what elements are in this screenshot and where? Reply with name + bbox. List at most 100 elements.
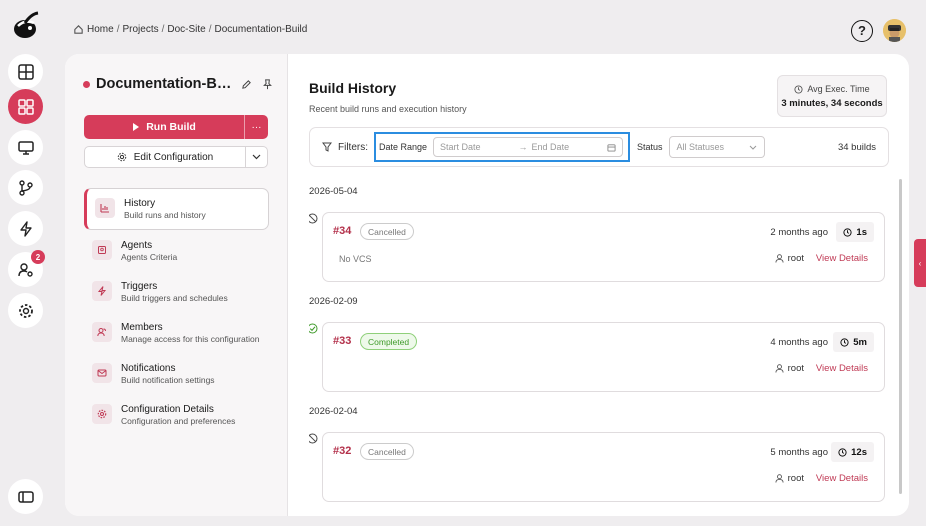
cancel-circle-icon xyxy=(309,433,318,444)
nav-item-subtitle: Agents Criteria xyxy=(121,252,178,262)
rail-button-monitor[interactable] xyxy=(8,130,43,165)
nav-item-history[interactable]: History Build runs and history xyxy=(84,188,269,230)
date-range-highlight: Date Range Start Date → End Date xyxy=(374,132,630,162)
build-number[interactable]: #33 xyxy=(333,335,351,347)
date-group-header: 2026-02-04 xyxy=(309,406,358,417)
status-filter-label: Status xyxy=(637,142,663,152)
build-duration: 12s xyxy=(831,442,874,462)
chevron-left-icon: ‹ xyxy=(918,258,922,268)
run-build-button[interactable]: Run Build xyxy=(84,121,244,133)
app-logo-icon[interactable] xyxy=(10,10,42,42)
nav-item-agents[interactable]: Agents Agents Criteria xyxy=(84,231,269,271)
avg-exec-time-card: Avg Exec. Time 3 minutes, 34 seconds xyxy=(777,75,887,117)
nav-item-title: Triggers xyxy=(121,281,158,292)
clock-icon xyxy=(843,227,853,237)
layout-icon xyxy=(17,63,34,80)
status-select[interactable]: All Statuses xyxy=(668,136,765,158)
user-icon xyxy=(775,364,784,373)
help-button[interactable]: ? xyxy=(851,19,873,42)
build-list: 2026-05-04 #34 Cancelled No VCS 2 months ago… xyxy=(309,180,889,516)
nav-item-configuration-details[interactable]: Configuration Details Configuration and p… xyxy=(84,395,269,435)
avatar[interactable] xyxy=(883,19,906,42)
pin-icon[interactable] xyxy=(262,78,273,90)
chevron-down-icon xyxy=(749,145,756,150)
nav-item-subtitle: Manage access for this configuration xyxy=(121,334,260,344)
build-number[interactable]: #34 xyxy=(333,225,351,237)
config-sidebar: Documentation-Bu... Run Build ··· Edit C… xyxy=(65,54,288,516)
clock-icon xyxy=(838,447,847,457)
gear-icon xyxy=(18,303,33,318)
rail-button-user-settings[interactable]: 2 xyxy=(8,250,45,287)
nav-item-title: Agents xyxy=(121,240,153,251)
build-time-ago: 5 months ago xyxy=(770,447,828,458)
avg-exec-time-value: 3 minutes, 34 seconds xyxy=(781,98,883,109)
dashboard-grid-icon xyxy=(17,98,34,115)
rail-button-gear[interactable] xyxy=(8,293,43,328)
view-details-link[interactable]: View Details xyxy=(816,363,868,374)
user-settings-icon xyxy=(17,262,33,277)
rail-button-layout[interactable] xyxy=(8,54,43,89)
rail-button-lightning[interactable] xyxy=(8,211,43,246)
status-badge: Cancelled xyxy=(360,223,414,240)
breadcrumb: Home / Projects / Doc-Site / Documentati… xyxy=(73,24,307,35)
lightning-icon xyxy=(19,220,32,237)
agent-icon xyxy=(98,246,106,254)
user-icon xyxy=(775,254,784,263)
project-title: Documentation-Bu... xyxy=(96,76,232,92)
monitor-icon xyxy=(17,140,34,155)
start-date-input[interactable]: Start Date xyxy=(440,142,481,152)
members-icon xyxy=(97,328,106,337)
nav-item-subtitle: Build notification settings xyxy=(121,375,215,385)
breadcrumb-doc-site[interactable]: Doc-Site xyxy=(167,24,205,35)
gear-icon xyxy=(117,152,126,162)
edit-dropdown-button[interactable] xyxy=(245,147,267,167)
nav-item-triggers[interactable]: Triggers Build triggers and schedules xyxy=(84,272,269,312)
clock-icon xyxy=(840,337,849,347)
chart-icon xyxy=(100,204,109,213)
build-time-ago: 4 months ago xyxy=(770,337,828,348)
scrollbar[interactable] xyxy=(899,179,902,494)
date-range-label: Date Range xyxy=(379,142,428,152)
rail-button-git-branch[interactable] xyxy=(8,170,43,205)
rail-button-dashboard-grid[interactable] xyxy=(8,89,43,124)
calendar-icon[interactable] xyxy=(607,143,616,152)
build-entry[interactable]: #32 Cancelled 5 months ago 12s root View Deta… xyxy=(309,432,885,502)
view-details-link[interactable]: View Details xyxy=(816,473,868,484)
status-dot xyxy=(83,80,90,88)
end-date-input[interactable]: End Date xyxy=(532,142,570,152)
sidebar-toggle-icon xyxy=(17,490,34,503)
play-icon xyxy=(133,123,140,131)
breadcrumb-projects[interactable]: Projects xyxy=(122,24,158,35)
sidebar-toggle-button[interactable] xyxy=(8,479,43,514)
clock-icon xyxy=(794,84,803,94)
build-entry[interactable]: #34 Cancelled No VCS 2 months ago 1s root View… xyxy=(309,212,885,282)
side-panel-toggle[interactable]: ‹ xyxy=(914,239,926,287)
nav-item-members[interactable]: Members Manage access for this configurat… xyxy=(84,313,269,353)
left-rail: 2 xyxy=(0,0,52,526)
build-number[interactable]: #32 xyxy=(333,445,351,457)
status-select-value: All Statuses xyxy=(676,142,725,152)
date-range-picker[interactable]: Start Date → End Date xyxy=(433,137,624,157)
date-group-header: 2026-02-09 xyxy=(309,296,358,307)
view-details-link[interactable]: View Details xyxy=(816,253,868,264)
build-user: root xyxy=(775,253,804,264)
nav-item-title: History xyxy=(124,198,156,209)
lightning-icon xyxy=(97,286,107,296)
user-icon xyxy=(775,474,784,483)
range-arrow: → xyxy=(518,142,528,152)
config-nav: History Build runs and history Agents Agent… xyxy=(84,188,269,436)
edit-pencil-icon[interactable] xyxy=(241,79,252,90)
run-more-button[interactable]: ··· xyxy=(244,115,268,139)
build-entry[interactable]: #33 Completed 4 months ago 5m root View Detai… xyxy=(309,322,885,392)
build-time-ago: 2 months ago xyxy=(770,227,828,238)
check-circle-icon xyxy=(309,323,318,334)
edit-configuration-button[interactable]: Edit Configuration xyxy=(85,152,245,163)
nav-item-notifications[interactable]: Notifications Build notification settings xyxy=(84,354,269,394)
run-build-button-group: Run Build ··· xyxy=(84,115,268,139)
vcs-info: No VCS xyxy=(339,254,372,264)
build-history-panel: Build History Recent build runs and exec… xyxy=(289,54,909,516)
status-badge: Completed xyxy=(360,333,418,350)
breadcrumb-home[interactable]: Home xyxy=(87,24,114,35)
status-badge: Cancelled xyxy=(360,443,414,460)
builds-count: 34 builds xyxy=(837,141,876,153)
